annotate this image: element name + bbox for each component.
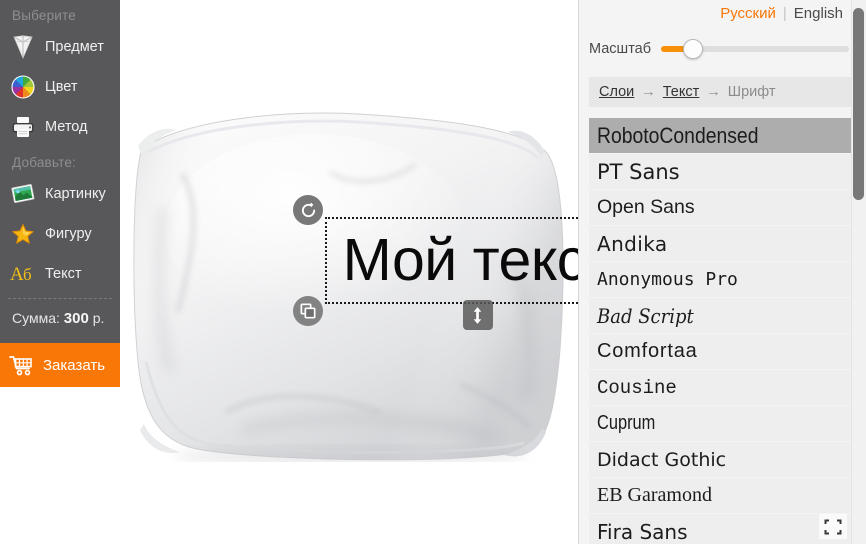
language-separator: | bbox=[782, 5, 787, 22]
text-ab-icon: А б bbox=[10, 261, 36, 287]
font-name: Anonymous Pro bbox=[597, 269, 738, 290]
language-option-russian[interactable]: Русский bbox=[720, 5, 776, 22]
scale-slider[interactable] bbox=[661, 39, 849, 59]
font-name: PT Sans bbox=[597, 159, 680, 184]
text-layer-value: Мой текст bbox=[342, 227, 578, 293]
text-bounding-box[interactable]: Мой текст bbox=[325, 217, 578, 304]
sidebar-item-kartinku[interactable]: Картинку bbox=[0, 174, 120, 214]
diamond-icon bbox=[10, 34, 36, 60]
scale-slider-knob[interactable] bbox=[682, 39, 703, 59]
sidebar-item-figuru[interactable]: Фигуру bbox=[0, 214, 120, 254]
sidebar-item-tekst[interactable]: А б Текст bbox=[0, 254, 120, 294]
sidebar-item-label: Предмет bbox=[45, 39, 104, 55]
font-list-item[interactable]: Andika bbox=[589, 226, 851, 261]
fullscreen-expand-icon[interactable] bbox=[819, 514, 847, 539]
font-list-item[interactable]: Anonymous Pro bbox=[589, 262, 851, 297]
color-wheel-icon bbox=[10, 74, 36, 100]
sidebar-item-label: Картинку bbox=[45, 186, 106, 202]
sum-currency: р. bbox=[92, 310, 105, 326]
sum-row: Сумма: 300 р. bbox=[0, 299, 120, 338]
sum-label: Сумма: bbox=[12, 310, 60, 326]
font-list-item[interactable]: Fira Sans bbox=[589, 514, 851, 544]
sidebar-item-label: Фигуру bbox=[45, 226, 92, 242]
arrows-vertical-icon[interactable] bbox=[462, 300, 493, 330]
panel-scrollbar-track[interactable] bbox=[851, 0, 866, 544]
breadcrumb: Слои → Текст → Шрифт bbox=[589, 77, 851, 107]
sidebar-item-label: Цвет bbox=[45, 79, 78, 95]
font-name: Comfortaa bbox=[597, 340, 698, 362]
image-icon bbox=[10, 181, 36, 207]
font-list-item[interactable]: Comfortaa bbox=[589, 334, 851, 369]
language-option-english[interactable]: English bbox=[794, 5, 843, 22]
font-list[interactable]: RobotoCondensed PT Sans Open Sans Andika… bbox=[589, 118, 851, 544]
sidebar-item-metod[interactable]: Метод bbox=[0, 107, 120, 147]
svg-text:б: б bbox=[23, 265, 32, 284]
font-list-item[interactable]: RobotoCondensed bbox=[589, 118, 851, 153]
font-list-item[interactable]: Bad Script bbox=[589, 298, 851, 333]
breadcrumb-item-text[interactable]: Текст bbox=[663, 84, 700, 100]
text-layer[interactable]: Мой текст bbox=[293, 195, 578, 330]
breadcrumb-item-font: Шрифт bbox=[727, 84, 776, 100]
font-name: RobotoCondensed bbox=[597, 122, 759, 148]
language-switcher: Русский | English bbox=[720, 5, 843, 22]
order-button[interactable]: Заказать bbox=[0, 343, 120, 387]
sidebar-item-predmet[interactable]: Предмет bbox=[0, 27, 120, 67]
panel-scrollbar-thumb[interactable] bbox=[853, 8, 864, 200]
sidebar-heading-choose: Выберите bbox=[12, 8, 76, 23]
app-root: Выберите Предмет Цвет Метод Добавьте: Ка… bbox=[0, 0, 866, 544]
left-sidebar: Выберите Предмет Цвет Метод Добавьте: Ка… bbox=[0, 0, 120, 544]
font-name: EB Garamond bbox=[597, 484, 712, 506]
sidebar-bottom-spacer bbox=[0, 387, 120, 544]
font-list-item[interactable]: Open Sans bbox=[589, 190, 851, 225]
breadcrumb-item-layers[interactable]: Слои bbox=[599, 84, 634, 100]
svg-text:А: А bbox=[10, 264, 24, 285]
copy-icon[interactable] bbox=[293, 296, 323, 326]
breadcrumb-arrow: → bbox=[706, 84, 721, 100]
font-list-item[interactable]: Cuprum bbox=[589, 406, 851, 441]
order-button-label: Заказать bbox=[43, 356, 106, 374]
sidebar-heading-add: Добавьте: bbox=[12, 155, 76, 170]
right-panel: Русский | English Масштаб Слои → Текст →… bbox=[578, 0, 866, 544]
font-name: Cuprum bbox=[597, 412, 656, 434]
scale-label: Масштаб bbox=[589, 41, 652, 57]
design-canvas[interactable]: Мой текст bbox=[120, 0, 578, 544]
font-list-item[interactable]: Cousine bbox=[589, 370, 851, 405]
sidebar-item-label: Текст bbox=[45, 266, 82, 282]
font-name: Bad Script bbox=[597, 303, 694, 328]
font-name: Didact Gothic bbox=[597, 448, 727, 471]
scale-control: Масштаб bbox=[589, 37, 849, 61]
shopping-cart-icon bbox=[9, 352, 35, 378]
font-list-item[interactable]: EB Garamond bbox=[589, 478, 851, 513]
breadcrumb-arrow: → bbox=[641, 84, 656, 100]
font-name: Open Sans bbox=[597, 196, 695, 218]
sidebar-item-label: Метод bbox=[45, 119, 88, 135]
sum-value: 300 bbox=[63, 310, 89, 327]
star-icon bbox=[10, 221, 36, 247]
font-name: Cousine bbox=[597, 376, 677, 399]
font-name: Fira Sans bbox=[597, 519, 688, 544]
rotate-ccw-icon[interactable] bbox=[293, 195, 323, 225]
font-list-item[interactable]: Didact Gothic bbox=[589, 442, 851, 477]
font-list-item[interactable]: PT Sans bbox=[589, 154, 851, 189]
printer-icon bbox=[10, 114, 36, 140]
font-name: Andika bbox=[597, 231, 668, 256]
sidebar-item-cvet[interactable]: Цвет bbox=[0, 67, 120, 107]
